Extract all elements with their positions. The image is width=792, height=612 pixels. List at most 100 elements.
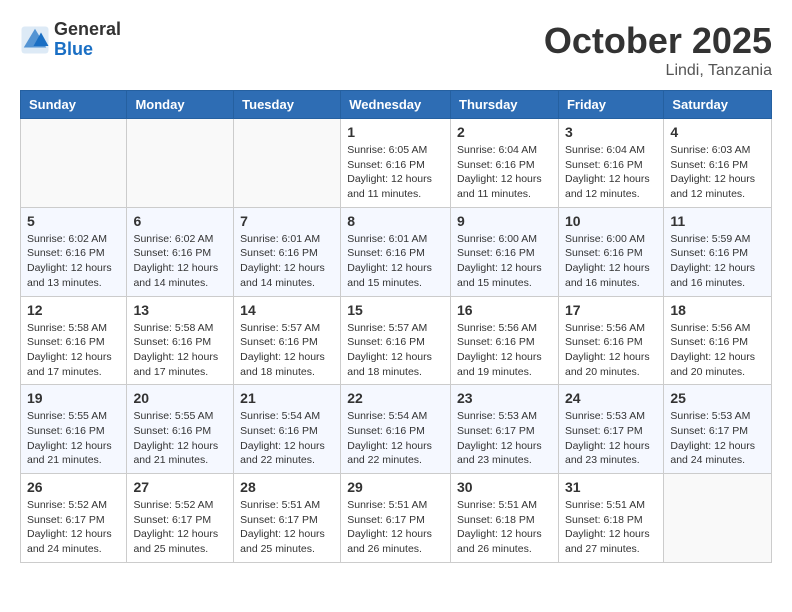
calendar-cell: 2 Sunrise: 6:04 AM Sunset: 6:16 PM Daylig… bbox=[451, 119, 559, 208]
logo-blue-text: Blue bbox=[54, 40, 121, 60]
day-number: 26 bbox=[27, 479, 120, 495]
calendar-cell: 18 Sunrise: 5:56 AM Sunset: 6:16 PM Dayli… bbox=[664, 296, 772, 385]
calendar-week-1: 5 Sunrise: 6:02 AM Sunset: 6:16 PM Daylig… bbox=[21, 207, 772, 296]
calendar-cell: 1 Sunrise: 6:05 AM Sunset: 6:16 PM Daylig… bbox=[341, 119, 451, 208]
calendar-cell: 7Sunrise: 6:01 AM Sunset: 6:16 PM Daylig… bbox=[234, 207, 341, 296]
day-info: Sunrise: 5:54 AM Sunset: 6:16 PM Dayligh… bbox=[347, 409, 444, 468]
day-number: 10 bbox=[565, 213, 657, 229]
day-number: 28 bbox=[240, 479, 334, 495]
day-info: Sunrise: 6:01 AM Sunset: 6:16 PM Dayligh… bbox=[347, 232, 444, 291]
day-info: Sunrise: 6:02 AM Sunset: 6:16 PM Dayligh… bbox=[133, 232, 227, 291]
calendar-cell: 8 Sunrise: 6:01 AM Sunset: 6:16 PM Daylig… bbox=[341, 207, 451, 296]
calendar-cell: 9Sunrise: 6:00 AM Sunset: 6:16 PM Daylig… bbox=[451, 207, 559, 296]
day-info: Sunrise: 5:51 AM Sunset: 6:18 PM Dayligh… bbox=[565, 498, 657, 557]
day-number: 18 bbox=[670, 302, 765, 318]
calendar-cell: 10Sunrise: 6:00 AM Sunset: 6:16 PM Dayli… bbox=[558, 207, 663, 296]
calendar-cell: 4 Sunrise: 6:03 AM Sunset: 6:16 PM Daylig… bbox=[664, 119, 772, 208]
calendar-week-0: 1 Sunrise: 6:05 AM Sunset: 6:16 PM Daylig… bbox=[21, 119, 772, 208]
calendar-table: SundayMondayTuesdayWednesdayThursdayFrid… bbox=[20, 90, 772, 563]
day-info: Sunrise: 5:53 AM Sunset: 6:17 PM Dayligh… bbox=[670, 409, 765, 468]
calendar-cell: 13 Sunrise: 5:58 AM Sunset: 6:16 PM Dayli… bbox=[127, 296, 234, 385]
day-info: Sunrise: 6:04 AM Sunset: 6:16 PM Dayligh… bbox=[457, 143, 552, 202]
day-info: Sunrise: 5:53 AM Sunset: 6:17 PM Dayligh… bbox=[565, 409, 657, 468]
day-info: Sunrise: 5:56 AM Sunset: 6:16 PM Dayligh… bbox=[457, 321, 552, 380]
day-info: Sunrise: 5:51 AM Sunset: 6:18 PM Dayligh… bbox=[457, 498, 552, 557]
day-info: Sunrise: 5:54 AM Sunset: 6:16 PM Dayligh… bbox=[240, 409, 334, 468]
calendar-cell: 23Sunrise: 5:53 AM Sunset: 6:17 PM Dayli… bbox=[451, 385, 559, 474]
logo-text: General Blue bbox=[54, 20, 121, 60]
calendar-cell: 31Sunrise: 5:51 AM Sunset: 6:18 PM Dayli… bbox=[558, 474, 663, 563]
day-info: Sunrise: 5:53 AM Sunset: 6:17 PM Dayligh… bbox=[457, 409, 552, 468]
day-number: 19 bbox=[27, 390, 120, 406]
calendar-header: SundayMondayTuesdayWednesdayThursdayFrid… bbox=[21, 91, 772, 119]
calendar-cell bbox=[234, 119, 341, 208]
day-info: Sunrise: 5:58 AM Sunset: 6:16 PM Dayligh… bbox=[27, 321, 120, 380]
day-number: 11 bbox=[670, 213, 765, 229]
weekday-header-wednesday: Wednesday bbox=[341, 91, 451, 119]
calendar-cell: 22 Sunrise: 5:54 AM Sunset: 6:16 PM Dayli… bbox=[341, 385, 451, 474]
calendar-cell: 6 Sunrise: 6:02 AM Sunset: 6:16 PM Daylig… bbox=[127, 207, 234, 296]
day-number: 1 bbox=[347, 124, 444, 140]
calendar-cell: 27 Sunrise: 5:52 AM Sunset: 6:17 PM Dayli… bbox=[127, 474, 234, 563]
day-number: 13 bbox=[133, 302, 227, 318]
day-number: 12 bbox=[27, 302, 120, 318]
weekday-row: SundayMondayTuesdayWednesdayThursdayFrid… bbox=[21, 91, 772, 119]
day-info: Sunrise: 6:02 AM Sunset: 6:16 PM Dayligh… bbox=[27, 232, 120, 291]
day-number: 8 bbox=[347, 213, 444, 229]
calendar-cell: 26 Sunrise: 5:52 AM Sunset: 6:17 PM Dayli… bbox=[21, 474, 127, 563]
day-number: 5 bbox=[27, 213, 120, 229]
day-number: 4 bbox=[670, 124, 765, 140]
page-header: General Blue October 2025 Lindi, Tanzani… bbox=[20, 20, 772, 80]
day-info: Sunrise: 5:52 AM Sunset: 6:17 PM Dayligh… bbox=[27, 498, 120, 557]
day-number: 25 bbox=[670, 390, 765, 406]
day-info: Sunrise: 6:03 AM Sunset: 6:16 PM Dayligh… bbox=[670, 143, 765, 202]
weekday-header-monday: Monday bbox=[127, 91, 234, 119]
weekday-header-sunday: Sunday bbox=[21, 91, 127, 119]
day-info: Sunrise: 5:58 AM Sunset: 6:16 PM Dayligh… bbox=[133, 321, 227, 380]
day-number: 14 bbox=[240, 302, 334, 318]
logo-icon bbox=[20, 25, 50, 55]
calendar-cell: 28Sunrise: 5:51 AM Sunset: 6:17 PM Dayli… bbox=[234, 474, 341, 563]
title-block: October 2025 Lindi, Tanzania bbox=[544, 20, 772, 80]
day-number: 29 bbox=[347, 479, 444, 495]
calendar-week-3: 19 Sunrise: 5:55 AM Sunset: 6:16 PM Dayli… bbox=[21, 385, 772, 474]
day-number: 15 bbox=[347, 302, 444, 318]
calendar-cell: 19Sunrise: 5:55 AM Sunset: 6:16 PM Dayli… bbox=[21, 385, 127, 474]
day-info: Sunrise: 5:57 AM Sunset: 6:16 PM Dayligh… bbox=[347, 321, 444, 380]
day-info: Sunrise: 5:57 AM Sunset: 6:16 PM Dayligh… bbox=[240, 321, 334, 380]
weekday-header-thursday: Thursday bbox=[451, 91, 559, 119]
day-number: 3 bbox=[565, 124, 657, 140]
calendar-cell: 15 Sunrise: 5:57 AM Sunset: 6:16 PM Dayli… bbox=[341, 296, 451, 385]
calendar-cell bbox=[664, 474, 772, 563]
day-info: Sunrise: 5:52 AM Sunset: 6:17 PM Dayligh… bbox=[133, 498, 227, 557]
location: Lindi, Tanzania bbox=[544, 62, 772, 80]
calendar-cell: 16 Sunrise: 5:56 AM Sunset: 6:16 PM Dayli… bbox=[451, 296, 559, 385]
calendar-week-4: 26 Sunrise: 5:52 AM Sunset: 6:17 PM Dayli… bbox=[21, 474, 772, 563]
day-number: 16 bbox=[457, 302, 552, 318]
day-info: Sunrise: 5:56 AM Sunset: 6:16 PM Dayligh… bbox=[670, 321, 765, 380]
day-info: Sunrise: 5:55 AM Sunset: 6:16 PM Dayligh… bbox=[133, 409, 227, 468]
day-info: Sunrise: 6:00 AM Sunset: 6:16 PM Dayligh… bbox=[457, 232, 552, 291]
day-number: 22 bbox=[347, 390, 444, 406]
calendar-cell: 24 Sunrise: 5:53 AM Sunset: 6:17 PM Dayli… bbox=[558, 385, 663, 474]
calendar-cell bbox=[127, 119, 234, 208]
day-number: 21 bbox=[240, 390, 334, 406]
day-info: Sunrise: 6:05 AM Sunset: 6:16 PM Dayligh… bbox=[347, 143, 444, 202]
day-info: Sunrise: 5:59 AM Sunset: 6:16 PM Dayligh… bbox=[670, 232, 765, 291]
day-number: 24 bbox=[565, 390, 657, 406]
weekday-header-saturday: Saturday bbox=[664, 91, 772, 119]
calendar-cell: 17Sunrise: 5:56 AM Sunset: 6:16 PM Dayli… bbox=[558, 296, 663, 385]
calendar-cell: 3Sunrise: 6:04 AM Sunset: 6:16 PM Daylig… bbox=[558, 119, 663, 208]
logo: General Blue bbox=[20, 20, 121, 60]
calendar-cell: 12 Sunrise: 5:58 AM Sunset: 6:16 PM Dayli… bbox=[21, 296, 127, 385]
day-number: 2 bbox=[457, 124, 552, 140]
calendar-cell: 21 Sunrise: 5:54 AM Sunset: 6:16 PM Dayli… bbox=[234, 385, 341, 474]
calendar-cell: 11 Sunrise: 5:59 AM Sunset: 6:16 PM Dayli… bbox=[664, 207, 772, 296]
day-number: 6 bbox=[133, 213, 227, 229]
logo-general-text: General bbox=[54, 20, 121, 40]
calendar-cell: 25 Sunrise: 5:53 AM Sunset: 6:17 PM Dayli… bbox=[664, 385, 772, 474]
day-number: 27 bbox=[133, 479, 227, 495]
calendar-cell: 14 Sunrise: 5:57 AM Sunset: 6:16 PM Dayli… bbox=[234, 296, 341, 385]
calendar-cell: 29Sunrise: 5:51 AM Sunset: 6:17 PM Dayli… bbox=[341, 474, 451, 563]
calendar-cell: 30Sunrise: 5:51 AM Sunset: 6:18 PM Dayli… bbox=[451, 474, 559, 563]
